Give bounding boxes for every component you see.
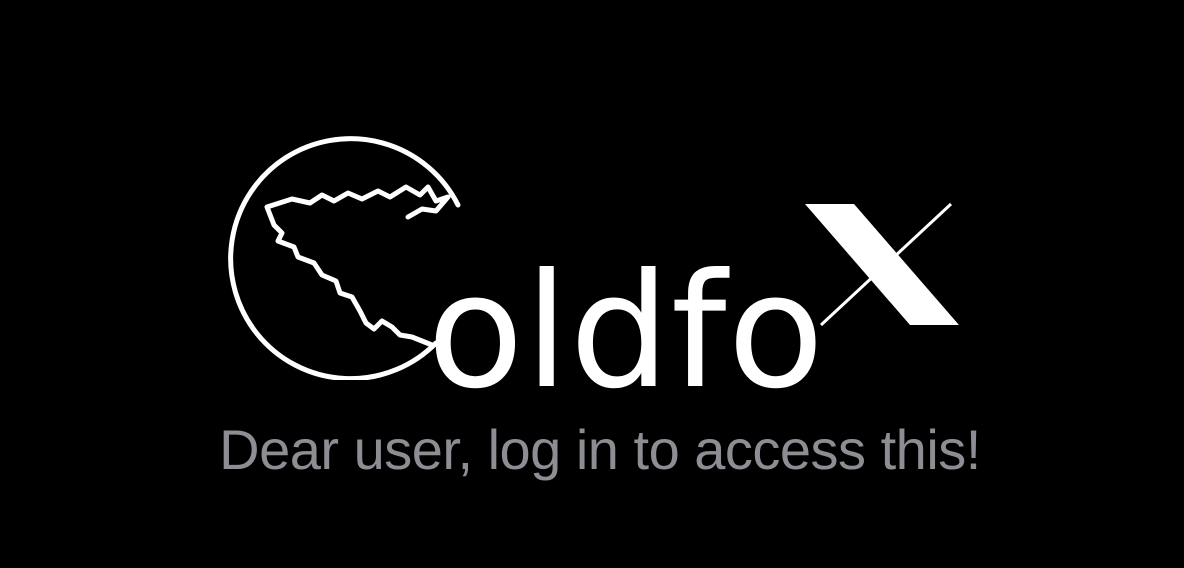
fox-head-in-circle-icon (228, 136, 461, 380)
oldfox-logo: oldfo (222, 125, 967, 411)
page: oldfo Dear user, log in to access this! (0, 0, 1184, 568)
logo-x-mark (805, 202, 959, 327)
login-required-message: Dear user, log in to access this! (219, 418, 981, 481)
logo-wordmark: oldfo (427, 240, 826, 424)
